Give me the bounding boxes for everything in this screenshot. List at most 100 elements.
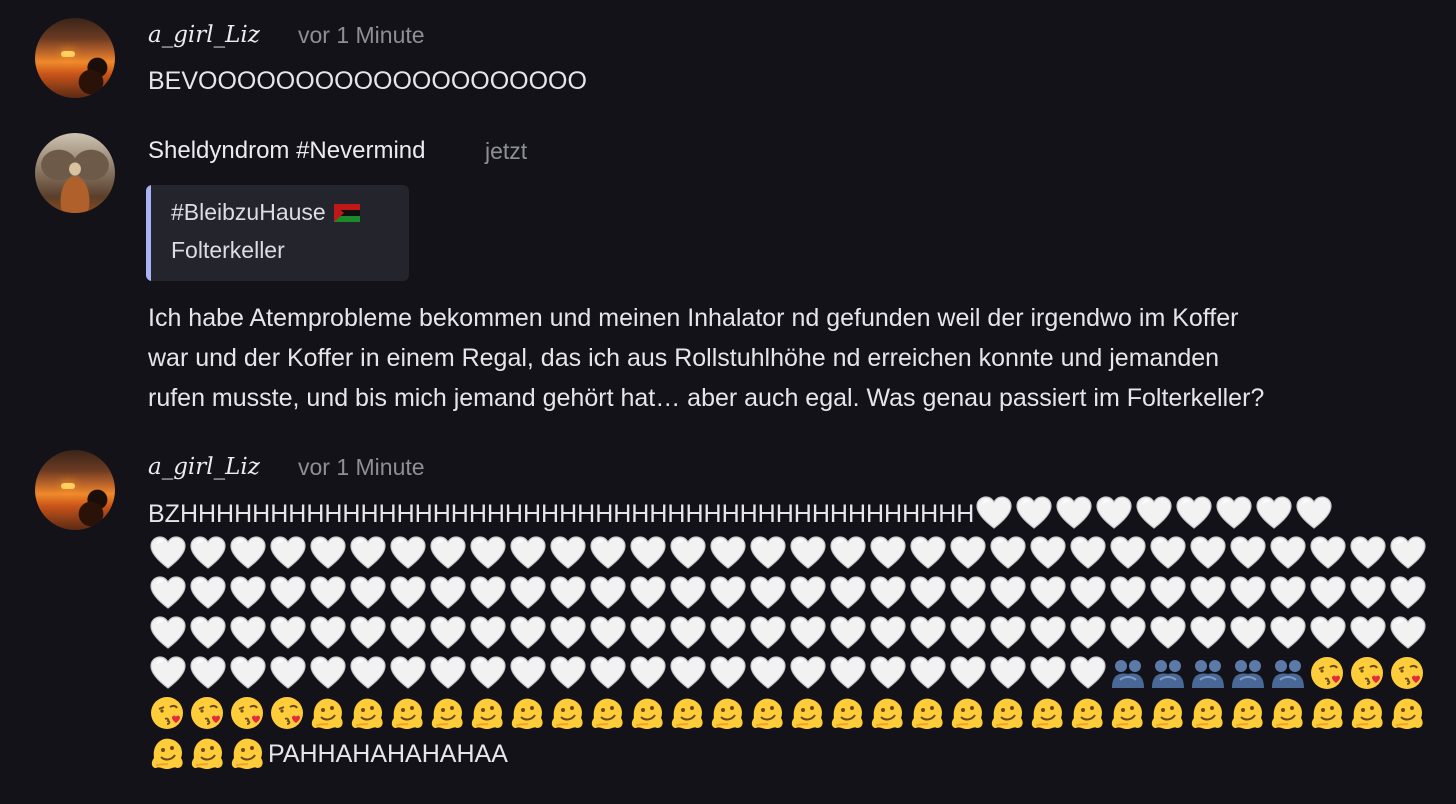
white-heart-emoji bbox=[148, 574, 188, 614]
white-heart-emoji bbox=[988, 534, 1028, 574]
white-heart-emoji bbox=[508, 574, 548, 614]
white-heart-emoji bbox=[1108, 534, 1148, 574]
white-heart-emoji bbox=[628, 534, 668, 574]
avatar[interactable] bbox=[35, 133, 115, 213]
melting-face-emoji bbox=[1188, 694, 1228, 734]
avatar[interactable] bbox=[35, 450, 115, 530]
white-heart-emoji bbox=[868, 654, 908, 694]
white-heart-emoji bbox=[788, 534, 828, 574]
white-heart-emoji bbox=[468, 574, 508, 614]
white-heart-emoji bbox=[308, 534, 348, 574]
white-heart-emoji bbox=[1094, 494, 1134, 534]
white-heart-emoji bbox=[268, 534, 308, 574]
white-heart-emoji bbox=[388, 654, 428, 694]
white-heart-emoji bbox=[548, 574, 588, 614]
white-heart-emoji bbox=[1188, 614, 1228, 654]
message-text: BZHHHHHHHHHHHHHHHHHHHHHHHHHHHHHHHHHHHHHH… bbox=[148, 500, 975, 528]
white-heart-emoji bbox=[1348, 534, 1388, 574]
white-heart-emoji bbox=[228, 574, 268, 614]
white-heart-emoji bbox=[388, 574, 428, 614]
white-heart-emoji bbox=[1134, 494, 1174, 534]
people-hugging-emoji bbox=[1228, 654, 1268, 694]
white-heart-emoji bbox=[1268, 614, 1308, 654]
white-heart-emoji bbox=[428, 614, 468, 654]
white-heart-emoji bbox=[988, 574, 1028, 614]
white-heart-emoji bbox=[388, 614, 428, 654]
white-heart-emoji bbox=[1268, 534, 1308, 574]
white-heart-emoji bbox=[468, 614, 508, 654]
white-heart-emoji bbox=[228, 654, 268, 694]
white-heart-emoji bbox=[1294, 494, 1334, 534]
white-heart-emoji bbox=[348, 654, 388, 694]
white-heart-emoji bbox=[148, 654, 188, 694]
melting-face-emoji bbox=[388, 694, 428, 734]
white-heart-emoji bbox=[1068, 574, 1108, 614]
white-heart-emoji bbox=[588, 614, 628, 654]
white-heart-emoji bbox=[1108, 614, 1148, 654]
username[interactable]: a_girl_Liz bbox=[148, 454, 260, 480]
white-heart-emoji bbox=[668, 614, 708, 654]
white-heart-emoji bbox=[668, 534, 708, 574]
white-heart-emoji bbox=[1348, 574, 1388, 614]
username[interactable]: Sheldyndrom #Nevermind bbox=[148, 137, 425, 165]
reply-title: Folterkeller bbox=[171, 237, 285, 263]
melting-face-emoji bbox=[1028, 694, 1068, 734]
people-hugging-emoji bbox=[1188, 654, 1228, 694]
white-heart-emoji bbox=[188, 614, 228, 654]
white-heart-emoji bbox=[1068, 654, 1108, 694]
face-blowing-kiss-emoji bbox=[1388, 654, 1428, 694]
white-heart-emoji bbox=[1028, 614, 1068, 654]
face-blowing-kiss-emoji bbox=[228, 694, 268, 734]
flag-icon bbox=[333, 204, 360, 222]
white-heart-emoji bbox=[1188, 534, 1228, 574]
white-heart-emoji bbox=[148, 614, 188, 654]
melting-face-emoji bbox=[428, 694, 468, 734]
melting-face-emoji bbox=[148, 734, 188, 774]
white-heart-emoji bbox=[868, 614, 908, 654]
white-heart-emoji bbox=[628, 574, 668, 614]
melting-face-emoji bbox=[1068, 694, 1108, 734]
white-heart-emoji bbox=[188, 654, 228, 694]
white-heart-emoji bbox=[1068, 614, 1108, 654]
reply-preview[interactable]: #BleibzuHause Folterkeller bbox=[146, 185, 409, 281]
white-heart-emoji bbox=[1348, 614, 1388, 654]
timestamp: vor 1 Minute bbox=[298, 22, 425, 48]
white-heart-emoji bbox=[508, 654, 548, 694]
people-hugging-emoji bbox=[1108, 654, 1148, 694]
white-heart-emoji bbox=[428, 574, 468, 614]
white-heart-emoji bbox=[148, 534, 188, 574]
avatar[interactable] bbox=[35, 18, 115, 98]
melting-face-emoji bbox=[788, 694, 828, 734]
white-heart-emoji bbox=[1268, 574, 1308, 614]
white-heart-emoji bbox=[308, 654, 348, 694]
white-heart-emoji bbox=[708, 574, 748, 614]
white-heart-emoji bbox=[908, 614, 948, 654]
face-blowing-kiss-emoji bbox=[268, 694, 308, 734]
melting-face-emoji bbox=[188, 734, 228, 774]
white-heart-emoji bbox=[548, 534, 588, 574]
username[interactable]: a_girl_Liz bbox=[148, 22, 260, 48]
white-heart-emoji bbox=[548, 614, 588, 654]
white-heart-emoji bbox=[868, 574, 908, 614]
white-heart-emoji bbox=[1028, 654, 1068, 694]
face-blowing-kiss-emoji bbox=[188, 694, 228, 734]
white-heart-emoji bbox=[1388, 614, 1428, 654]
white-heart-emoji bbox=[948, 654, 988, 694]
white-heart-emoji bbox=[908, 654, 948, 694]
message-line bbox=[148, 614, 1428, 654]
white-heart-emoji bbox=[308, 574, 348, 614]
melting-face-emoji bbox=[1108, 694, 1148, 734]
white-heart-emoji bbox=[1054, 494, 1094, 534]
melting-face-emoji bbox=[1348, 694, 1388, 734]
melting-face-emoji bbox=[948, 694, 988, 734]
white-heart-emoji bbox=[948, 614, 988, 654]
message-line: war und der Koffer in einem Regal, das i… bbox=[148, 344, 1220, 372]
message-line bbox=[148, 694, 1428, 734]
melting-face-emoji bbox=[708, 694, 748, 734]
white-heart-emoji bbox=[348, 614, 388, 654]
quote-bar bbox=[146, 185, 151, 281]
melting-face-emoji bbox=[828, 694, 868, 734]
face-blowing-kiss-emoji bbox=[1348, 654, 1388, 694]
melting-face-emoji bbox=[908, 694, 948, 734]
white-heart-emoji bbox=[548, 654, 588, 694]
